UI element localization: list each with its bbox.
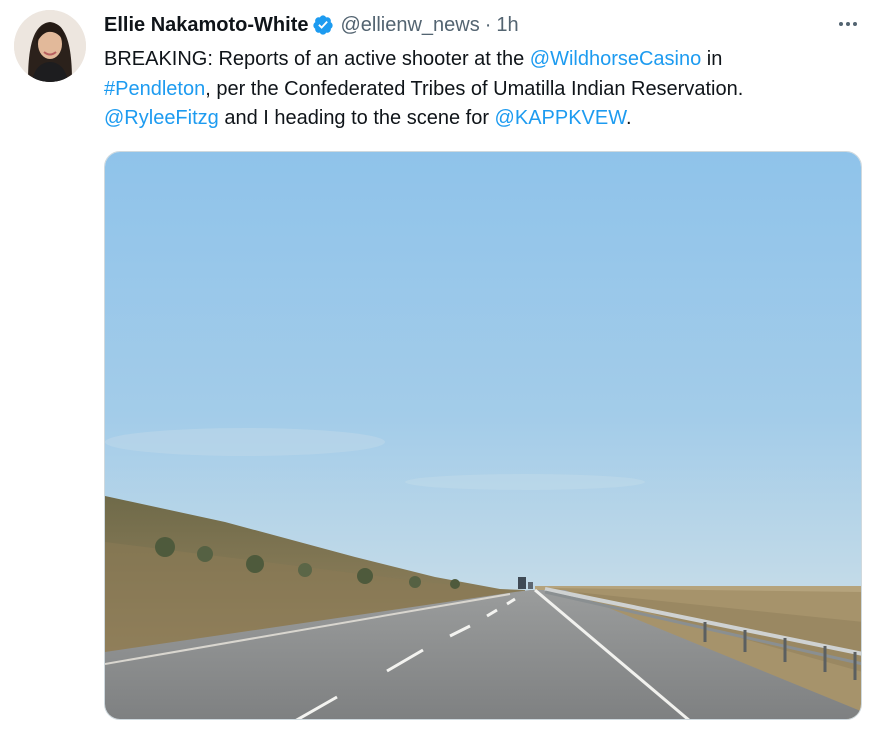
tweet-text-segment: and I heading to the scene for xyxy=(218,107,495,129)
author-name[interactable]: Ellie Nakamoto-White xyxy=(104,14,308,37)
author-handle[interactable]: @ellienw_news xyxy=(340,14,479,37)
mention-link-kappkvew[interactable]: @KAPPKVEW xyxy=(495,107,626,129)
verified-badge-icon xyxy=(312,14,334,36)
highway-photo xyxy=(105,152,861,719)
timestamp[interactable]: 1h xyxy=(496,14,518,37)
separator-dot: · xyxy=(484,13,492,36)
avatar[interactable] xyxy=(14,10,86,82)
tweet-card: Ellie Nakamoto-White @ellienw_news · 1h … xyxy=(0,0,874,739)
avatar-image xyxy=(14,10,86,82)
hashtag-link-pendleton[interactable]: #Pendleton xyxy=(104,78,205,100)
tweet-photo[interactable] xyxy=(104,151,862,720)
tweet-header: Ellie Nakamoto-White @ellienw_news · 1h xyxy=(104,11,519,39)
tweet-text-segment: , per the Confederated Tribes of Umatill… xyxy=(205,77,744,100)
tweet-text-segment: BREAKING: Reports of an active shooter a… xyxy=(104,48,530,70)
mention-link-ryleefitzg[interactable]: @RyleeFitzg xyxy=(104,107,219,129)
more-options-icon[interactable] xyxy=(836,12,860,36)
tweet-text-segment: . xyxy=(626,107,632,129)
tweet-text: BREAKING: Reports of an active shooter a… xyxy=(104,45,844,134)
mention-link-wildhorsecasino[interactable]: @WildhorseCasino xyxy=(530,48,701,70)
tweet-text-segment: in xyxy=(701,48,723,70)
